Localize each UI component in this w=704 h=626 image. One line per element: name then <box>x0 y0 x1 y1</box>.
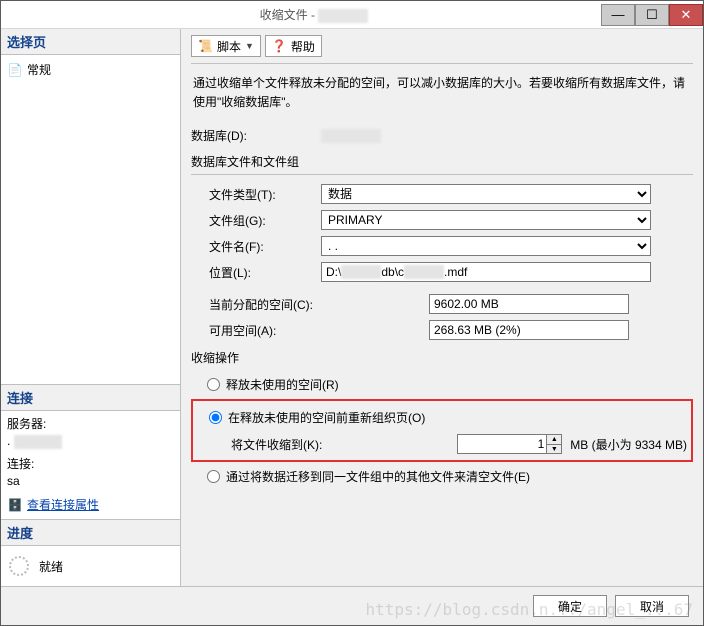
radio-release-unused[interactable] <box>207 378 220 391</box>
filename-label: 文件名(F): <box>209 238 321 255</box>
shrink-to-suffix: MB (最小为 9334 MB) <box>570 436 687 453</box>
progress-spinner-icon <box>9 556 29 576</box>
filegroup-select[interactable]: PRIMARY <box>321 210 651 230</box>
description-text: 通过收缩单个文件释放未分配的空间，可以减小数据库的大小。若要收缩所有数据库文件，… <box>191 63 693 124</box>
divider <box>191 174 693 175</box>
dialog-window: 收缩文件 - — ☐ ✕ 选择页 📄 常规 连接 <box>0 0 704 626</box>
group-title-filegroup: 数据库文件和文件组 <box>191 147 693 172</box>
filetype-select[interactable]: 数据 <box>321 184 651 204</box>
ok-button[interactable]: 确定 <box>533 595 607 617</box>
cancel-button[interactable]: 取消 <box>615 595 689 617</box>
script-icon: 📜 <box>198 39 213 53</box>
server-label: 服务器: <box>7 415 174 432</box>
toolbar: 📜 脚本 ▼ ❓ 帮助 <box>191 35 693 57</box>
script-button[interactable]: 📜 脚本 ▼ <box>191 35 261 57</box>
page-icon: 📄 <box>7 62 23 78</box>
help-button[interactable]: ❓ 帮助 <box>265 35 322 57</box>
view-connection-properties-link[interactable]: 查看连接属性 <box>27 496 99 513</box>
sidebar: 选择页 📄 常规 连接 服务器: . 连接: sa <box>1 29 181 586</box>
radio-reorganize-pages[interactable] <box>209 411 222 424</box>
sidebar-header-connection: 连接 <box>1 385 180 411</box>
properties-icon: 🗄️ <box>7 497 23 513</box>
shrink-to-spinner[interactable]: ▲ ▼ <box>547 434 562 454</box>
sidebar-item-label: 常规 <box>27 61 51 78</box>
maximize-button[interactable]: ☐ <box>635 4 669 26</box>
available-value: 268.63 MB (2%) <box>429 320 629 340</box>
content-panel: 📜 脚本 ▼ ❓ 帮助 通过收缩单个文件释放未分配的空间，可以减小数据库的大小。… <box>181 29 703 586</box>
minimize-button[interactable]: — <box>601 4 635 26</box>
shrink-to-input[interactable] <box>457 434 547 454</box>
radio-release-unused-label: 释放未使用的空间(R) <box>226 376 339 393</box>
help-icon: ❓ <box>272 39 287 53</box>
progress-status: 就绪 <box>39 558 63 575</box>
titlebar: 收缩文件 - — ☐ ✕ <box>1 1 703 29</box>
location-label: 位置(L): <box>209 264 321 281</box>
chevron-down-icon: ▼ <box>245 41 254 51</box>
sidebar-header-selectpage: 选择页 <box>1 29 180 55</box>
highlighted-option: 在释放未使用的空间前重新组织页(O) 将文件收缩到(K): ▲ ▼ MB (最小… <box>191 399 693 462</box>
available-label: 可用空间(A): <box>209 322 429 339</box>
filename-select[interactable]: . . <box>321 236 651 256</box>
location-input[interactable]: D:\db\c.mdf <box>321 262 651 282</box>
connection-value: sa <box>7 472 174 494</box>
filetype-label: 文件类型(T): <box>209 186 321 203</box>
filegroup-label: 文件组(G): <box>209 212 321 229</box>
spinner-up-icon[interactable]: ▲ <box>547 435 561 445</box>
shrink-to-label: 将文件收缩到(K): <box>231 436 322 453</box>
radio-reorganize-pages-label: 在释放未使用的空间前重新组织页(O) <box>228 409 425 426</box>
radio-empty-file[interactable] <box>207 470 220 483</box>
close-button[interactable]: ✕ <box>669 4 703 26</box>
spinner-down-icon[interactable]: ▼ <box>547 445 561 454</box>
allocated-value: 9602.00 MB <box>429 294 629 314</box>
allocated-label: 当前分配的空间(C): <box>209 296 429 313</box>
window-title: 收缩文件 - <box>27 6 601 23</box>
database-label: 数据库(D): <box>191 127 321 144</box>
server-value: . <box>7 434 14 448</box>
connection-label: 连接: <box>7 455 174 472</box>
sidebar-item-general[interactable]: 📄 常规 <box>7 59 174 80</box>
shrink-action-title: 收缩操作 <box>191 343 693 372</box>
sidebar-header-progress: 进度 <box>1 520 180 546</box>
radio-empty-file-label: 通过将数据迁移到同一文件组中的其他文件来清空文件(E) <box>226 468 530 485</box>
database-value <box>321 128 381 143</box>
footer: 确定 取消 <box>1 586 703 625</box>
